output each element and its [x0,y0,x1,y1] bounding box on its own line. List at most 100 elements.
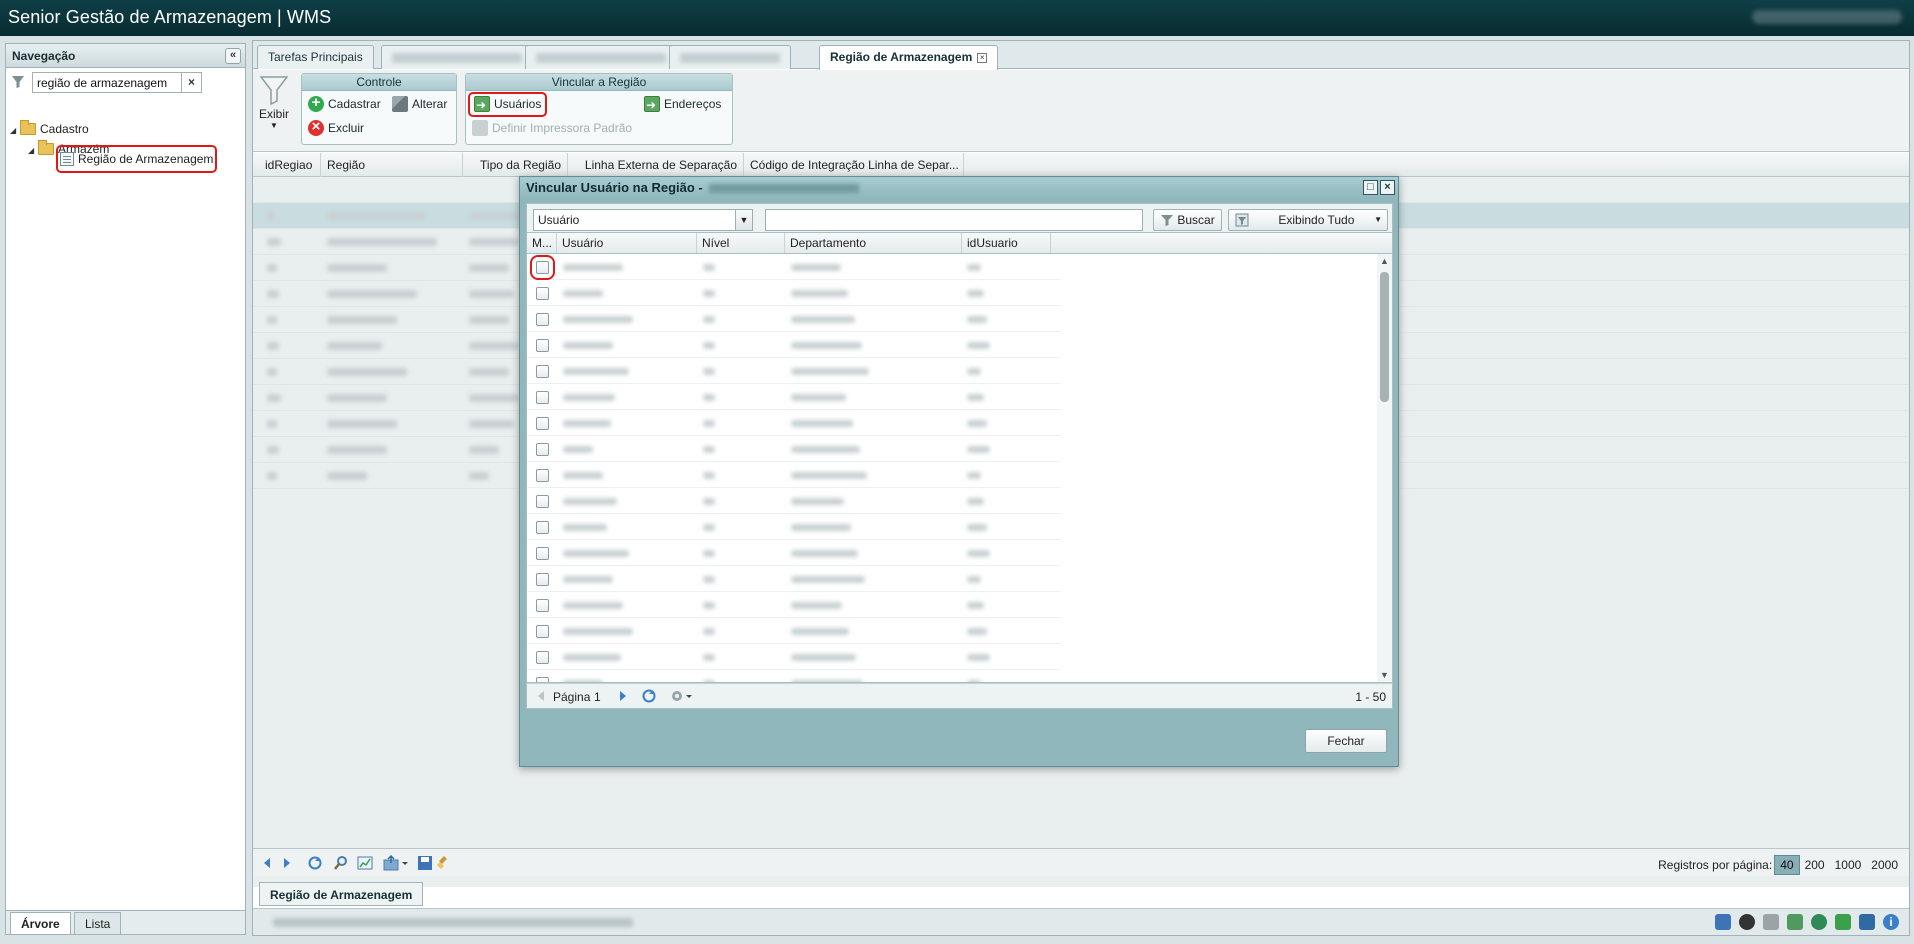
column-idregiao[interactable]: idRegiao [259,153,321,177]
user-row[interactable] [527,566,1061,592]
previous-page-icon[interactable] [533,688,549,704]
clear-icon[interactable] [435,855,451,871]
tab-redacted-2[interactable] [525,45,677,69]
select-checkbox[interactable] [536,313,549,326]
select-checkbox[interactable] [536,651,549,664]
power-icon[interactable] [1859,914,1875,930]
camera-icon[interactable] [1739,914,1755,930]
navigation-search-input[interactable] [32,72,182,93]
user-row[interactable] [527,462,1061,488]
select-checkbox[interactable] [536,573,549,586]
select-checkbox[interactable] [536,339,549,352]
enderecos-button[interactable]: Endereços [644,94,721,115]
bottom-tab-regiao[interactable]: Região de Armazenagem [259,882,424,906]
scroll-down-icon[interactable]: ▼ [1379,670,1390,680]
select-checkbox[interactable] [536,417,549,430]
tab-tarefas-principais[interactable]: Tarefas Principais [257,45,374,69]
select-checkbox[interactable] [536,495,549,508]
fechar-button[interactable]: Fechar [1305,729,1387,753]
user-row[interactable] [527,592,1061,618]
page-size-40[interactable]: 40 [1774,855,1800,875]
tab-regiao-de-armazenagem[interactable]: Região de Armazenagem × [819,45,999,70]
user-row[interactable] [527,332,1061,358]
page-size-1000[interactable]: 1000 [1830,856,1867,874]
user-row[interactable] [527,540,1061,566]
search-field-select[interactable]: Usuário ▼ [533,209,753,231]
user-row[interactable] [527,384,1061,410]
column-nivel[interactable]: Nível [697,233,785,253]
definir-impressora-button[interactable]: Definir Impressora Padrão [472,118,632,138]
cadastrar-button[interactable]: Cadastrar [308,93,381,114]
alterar-button[interactable]: Alterar [392,94,447,114]
user-row[interactable] [527,670,1061,682]
user-row[interactable] [527,436,1061,462]
chat-icon[interactable] [1787,914,1803,930]
user-row[interactable] [527,280,1061,306]
select-checkbox[interactable] [536,547,549,560]
previous-page-icon[interactable] [259,855,275,871]
scroll-up-icon[interactable]: ▲ [1379,256,1390,266]
gear-icon[interactable] [669,688,693,704]
tab-redacted-1[interactable] [381,45,533,69]
column-usuario[interactable]: Usuário [557,233,697,253]
user-row[interactable] [527,618,1061,644]
column-codigo-integracao[interactable]: Código de Integração Linha de Separ... [744,153,964,177]
tab-arvore[interactable]: Árvore [10,912,71,934]
expand-arrow-icon[interactable]: ◢ [28,141,38,161]
select-checkbox[interactable] [536,365,549,378]
spreadsheet-icon[interactable] [1835,914,1851,930]
select-checkbox[interactable] [536,443,549,456]
close-icon[interactable]: × [1380,180,1395,195]
save-icon[interactable] [417,855,433,871]
info-icon[interactable]: i [1883,914,1899,930]
next-page-icon[interactable] [615,688,631,704]
tree-item-cadastro[interactable]: ◢ Cadastro [10,119,89,139]
exibir-button[interactable]: Exibir ▼ [256,73,292,147]
refresh-icon[interactable] [641,688,657,704]
clear-filter-icon[interactable]: × [182,72,202,93]
refresh-icon[interactable] [307,855,323,871]
column-idusuario[interactable]: idUsuario [962,233,1051,253]
column-regiao[interactable]: Região [321,153,463,177]
collapse-icon[interactable]: « [225,48,241,64]
select-checkbox[interactable] [536,391,549,404]
search-icon[interactable] [333,855,349,871]
select-checkbox[interactable] [536,599,549,612]
select-checkbox[interactable] [536,625,549,638]
close-icon[interactable]: × [977,53,988,63]
scrollbar-thumb[interactable] [1380,272,1389,402]
vertical-scrollbar[interactable]: ▲ ▼ [1377,254,1392,682]
chart-icon[interactable] [357,855,373,871]
select-checkbox[interactable] [530,255,555,280]
tab-lista[interactable]: Lista [74,912,122,934]
user-row[interactable] [527,488,1061,514]
user-row[interactable] [527,254,1061,280]
expand-arrow-icon[interactable]: ◢ [10,121,20,141]
exibindo-tudo-dropdown[interactable]: Exibindo Tudo ▼ [1228,209,1388,231]
user-row[interactable] [527,514,1061,540]
next-page-icon[interactable] [279,855,295,871]
page-size-200[interactable]: 200 [1800,856,1830,874]
chevron-down-icon[interactable]: ▼ [735,210,752,230]
buscar-button[interactable]: Buscar [1153,209,1222,231]
tree-item-regiao-de-armazenagem[interactable]: Região de Armazenagem [56,145,218,173]
column-tipo-regiao[interactable]: Tipo da Região [463,153,568,177]
tab-redacted-3[interactable] [669,45,791,69]
document-icon[interactable] [1715,914,1731,930]
column-linha-externa[interactable]: Linha Externa de Separação [568,153,744,177]
user-row[interactable] [527,410,1061,436]
usuarios-button[interactable]: Usuários [468,92,548,117]
maximize-icon[interactable]: □ [1363,180,1378,195]
export-icon[interactable] [383,855,409,871]
page-size-2000[interactable]: 2000 [1866,856,1903,874]
select-checkbox[interactable] [536,469,549,482]
puzzle-icon[interactable] [1763,914,1779,930]
select-checkbox[interactable] [536,521,549,534]
user-row[interactable] [527,306,1061,332]
column-departamento[interactable]: Departamento [785,233,962,253]
user-row[interactable] [527,644,1061,670]
user-row[interactable] [527,358,1061,384]
globe-icon[interactable] [1811,914,1827,930]
page-number[interactable]: 1 [594,690,601,704]
search-input[interactable] [765,209,1143,231]
